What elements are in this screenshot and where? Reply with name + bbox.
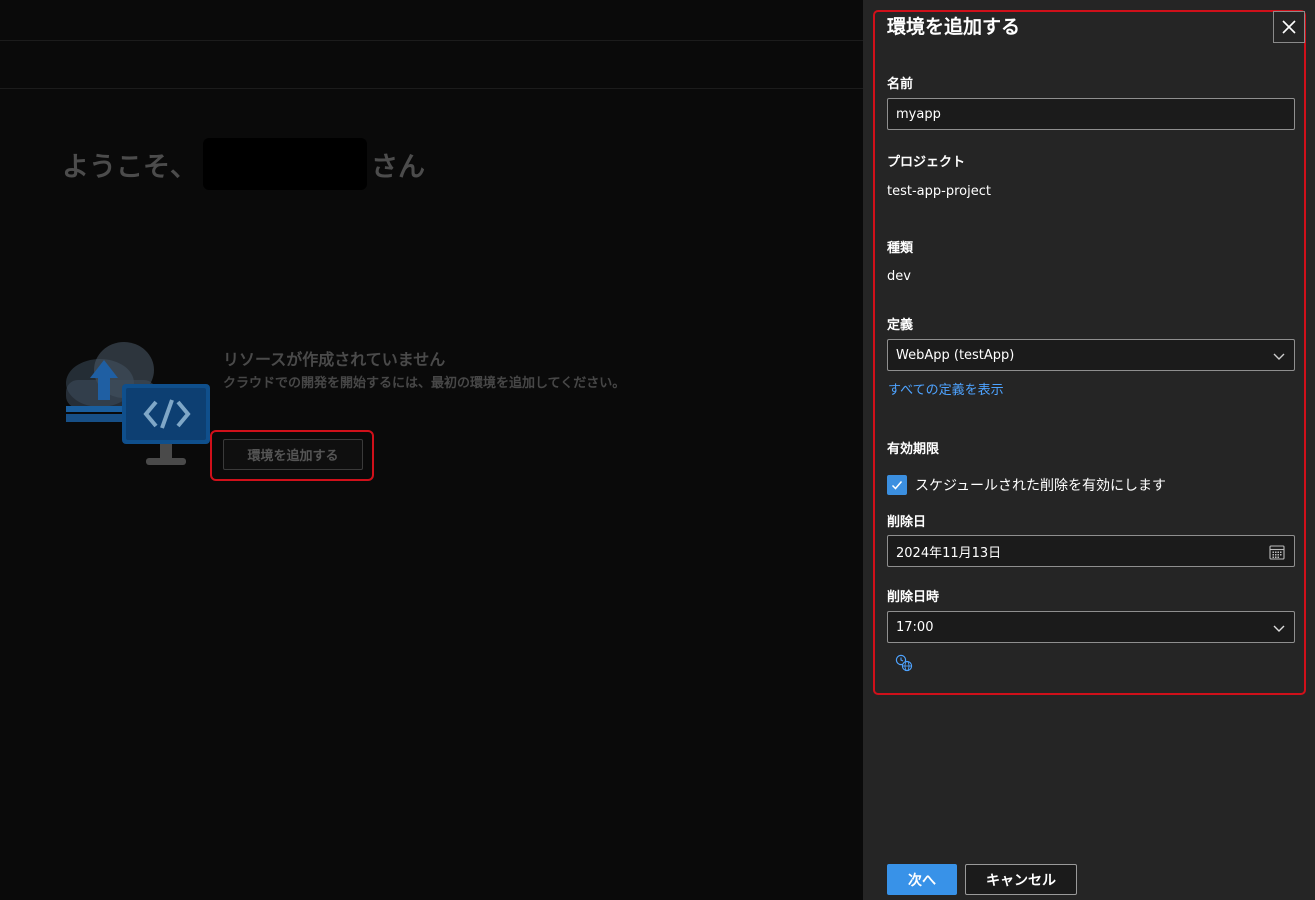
type-value: dev [887, 269, 911, 284]
cancel-button[interactable]: キャンセル [965, 864, 1077, 895]
redacted-username [203, 138, 367, 190]
delete-date-value: 2024年11月13日 [896, 545, 1002, 561]
background-page: ようこそ、 さん リソースが作成されていません クラウドでの開発を開始するには、… [0, 0, 863, 900]
welcome-heading: ようこそ、 さん [62, 138, 425, 190]
close-button[interactable] [1273, 11, 1305, 43]
sub-bar [0, 41, 863, 89]
expiration-label: 有効期限 [887, 442, 940, 457]
project-label: プロジェクト [887, 155, 966, 170]
delete-time-dropdown[interactable]: 17:00 [887, 611, 1295, 643]
schedule-delete-checkbox[interactable] [887, 475, 907, 495]
definition-dropdown-value: WebApp (testApp) [896, 347, 1015, 363]
definition-label: 定義 [887, 318, 914, 333]
project-value: test-app-project [887, 184, 991, 199]
name-label: 名前 [887, 77, 914, 92]
welcome-prefix: ようこそ、 [62, 151, 197, 183]
panel-title: 環境を追加する [887, 16, 1021, 38]
chevron-down-icon [1273, 625, 1285, 632]
chevron-down-icon [1273, 353, 1285, 360]
close-icon [1282, 20, 1296, 34]
next-button[interactable]: 次へ [887, 864, 957, 895]
timezone-globe-icon[interactable] [895, 654, 913, 672]
cloud-upload-code-illustration [66, 342, 210, 465]
empty-state-description: クラウドでの開発を開始するには、最初の環境を追加してください。 [223, 376, 626, 391]
checkmark-icon [891, 481, 903, 490]
delete-time-value: 17:00 [896, 619, 934, 635]
welcome-suffix: さん [371, 151, 425, 183]
delete-time-label: 削除日時 [887, 590, 940, 605]
name-input-value: myapp [896, 106, 941, 122]
schedule-delete-label: スケジュールされた削除を有効にします [915, 478, 1167, 494]
type-label: 種類 [887, 241, 914, 256]
empty-state-title: リソースが作成されていません [223, 350, 446, 369]
definition-dropdown[interactable]: WebApp (testApp) [887, 339, 1295, 371]
add-environment-button[interactable]: 環境を追加する [223, 439, 363, 470]
delete-date-picker[interactable]: 2024年11月13日 [887, 535, 1295, 567]
name-input[interactable]: myapp [887, 98, 1295, 130]
show-all-definitions-link[interactable]: すべての定義を表示 [888, 379, 1004, 398]
schedule-delete-row[interactable]: スケジュールされた削除を有効にします [887, 475, 1166, 495]
top-bar [0, 0, 863, 41]
calendar-icon [1269, 545, 1285, 560]
delete-date-label: 削除日 [887, 515, 927, 530]
